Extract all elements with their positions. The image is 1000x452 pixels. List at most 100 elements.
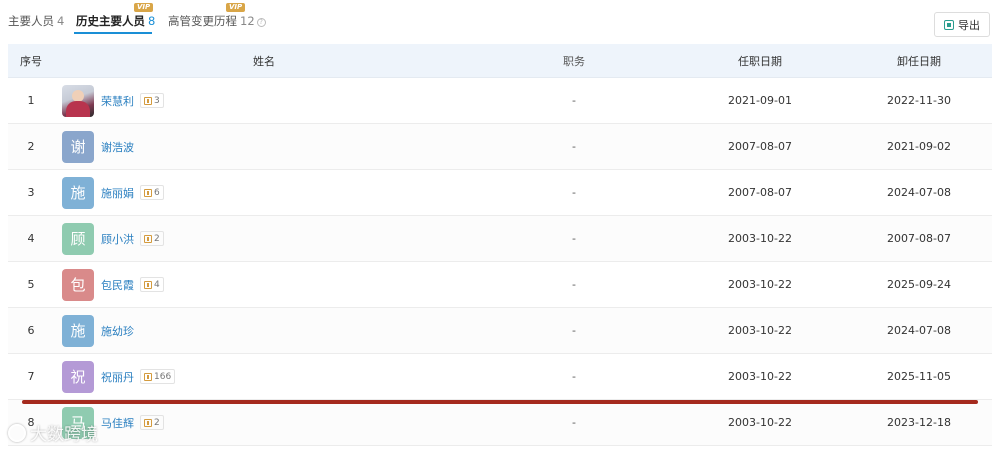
row-end-date: 2025-09-24 (887, 278, 951, 291)
row-name-cell: 施施幼珍 (54, 314, 474, 347)
row-index: 2 (27, 140, 35, 153)
row-index: 7 (27, 370, 35, 383)
person-info: 施施幼珍 (54, 314, 474, 347)
related-companies-badge[interactable]: 6 (140, 185, 164, 200)
person-name-link[interactable]: 施丽娟 (101, 185, 134, 201)
col-position-header: 职务 (563, 54, 585, 68)
person-info: 施施丽娟 6 (54, 176, 474, 209)
row-end-date: 2023-12-18 (887, 416, 951, 429)
tab-label: 高管变更历程 (168, 14, 237, 28)
person-info: 顾顾小洪 2 (54, 222, 474, 255)
table-row: 5 包包民霞 4 - 2003-10-22 2025-09-24 (8, 262, 992, 308)
person-name-link[interactable]: 施幼珍 (101, 323, 134, 339)
person-info: 包包民霞 4 (54, 268, 474, 301)
related-companies-badge[interactable]: 4 (140, 277, 164, 292)
row-start-date: 2007-08-07 (728, 186, 792, 199)
related-companies-badge[interactable]: 3 (140, 93, 164, 108)
table-row: 8 马马佳辉 2-2003-10-22 2023-12-18 (8, 400, 992, 446)
related-companies-badge[interactable]: 2 (140, 231, 164, 246)
table-body: 1 荣慧利 3 - 2021-09-01 2022-11-30 2 谢谢浩波 - 2007-08-… (8, 78, 992, 446)
col-end-date-header: 卸任日期 (897, 54, 941, 68)
row-name-cell: 施施丽娟 6 (54, 176, 474, 209)
tab-executive-changes[interactable]: 高管变更历程 12? VIP (168, 3, 266, 29)
tab-count: 4 (57, 14, 65, 28)
tab-main-personnel[interactable]: 主要人员 4 (8, 13, 64, 29)
tab-count: 8 (148, 14, 156, 28)
row-name-cell: 马马佳辉 2 (54, 406, 474, 439)
related-companies-badge[interactable]: 2 (140, 415, 164, 430)
badge-count: 6 (154, 187, 160, 198)
related-companies-badge[interactable]: 166 (140, 369, 176, 384)
col-index-header: 序号 (20, 54, 42, 68)
person-name-link[interactable]: 包民霞 (101, 277, 134, 293)
person-name-link[interactable]: 祝丽丹 (101, 369, 134, 385)
row-name-cell: 包包民霞 4 (54, 268, 474, 301)
vip-badge: VIP (134, 3, 154, 12)
row-end-date: 2025-11-05 (887, 370, 951, 383)
row-start-date: 2003-10-22 (728, 278, 792, 291)
avatar[interactable]: 顾 (62, 222, 94, 255)
watermark-logo-icon (8, 423, 26, 442)
help-icon[interactable]: ? (256, 18, 266, 27)
table-row: 3 施施丽娟 6 - 2007-08-07 2024-07-08 (8, 170, 992, 216)
vip-badge: VIP (226, 3, 246, 12)
active-tab-indicator (74, 32, 152, 34)
row-position: - (572, 94, 576, 107)
badge-count: 166 (154, 371, 172, 382)
table-row: 2 谢谢浩波 - 2007-08-07 2021-09-02 (8, 124, 992, 170)
row-name-cell: 荣慧利 3 (54, 84, 474, 117)
company-icon (144, 96, 152, 105)
row-index: 3 (27, 186, 35, 199)
tab-label: 历史主要人员 (76, 14, 145, 28)
company-icon (144, 188, 152, 197)
row-end-date: 2024-07-08 (887, 324, 951, 337)
tab-historical-personnel[interactable]: 历史主要人员 8 VIP (76, 3, 156, 29)
company-icon (144, 372, 152, 381)
badge-count: 2 (154, 233, 160, 244)
col-name-header: 姓名 (253, 54, 275, 68)
person-info: 马马佳辉 2 (54, 406, 474, 439)
row-start-date: 2003-10-22 (728, 232, 792, 245)
table-row: 7 祝祝丽丹 166 - 2003-10-22 2025-11-05 (8, 354, 992, 400)
row-start-date: 2007-08-07 (728, 140, 792, 153)
person-info: 谢谢浩波 (54, 130, 474, 163)
highlight-underline (22, 400, 978, 404)
export-button[interactable]: 导出 (934, 12, 990, 37)
tab-bar: 主要人员 4 历史主要人员 8 VIP 高管变更历程 12? VIP 导出 (0, 0, 1000, 42)
watermark-text: 大数跨境 (30, 425, 98, 445)
avatar[interactable]: 包 (62, 268, 94, 301)
person-info: 祝祝丽丹 166 (54, 360, 474, 393)
person-name-link[interactable]: 荣慧利 (101, 93, 134, 109)
personnel-table: 序号 姓名 职务 任职日期 卸任日期 1 荣慧利 3 - 2021-09-01 2022-… (8, 44, 992, 446)
row-position: - (572, 232, 576, 245)
row-position: - (572, 416, 576, 429)
row-position: - (572, 324, 576, 337)
company-icon (144, 280, 152, 289)
row-end-date: 2021-09-02 (887, 140, 951, 153)
row-end-date: 2007-08-07 (887, 232, 951, 245)
avatar[interactable]: 谢 (62, 130, 94, 163)
badge-count: 4 (154, 279, 160, 290)
avatar[interactable]: 施 (62, 314, 94, 347)
row-index: 5 (27, 278, 35, 291)
col-start-date-header: 任职日期 (738, 54, 782, 68)
row-name-cell: 祝祝丽丹 166 (54, 360, 474, 393)
row-index: 1 (27, 94, 35, 107)
company-icon (144, 418, 152, 427)
row-name-cell: 谢谢浩波 (54, 130, 474, 163)
export-icon (944, 19, 954, 30)
avatar[interactable]: 祝 (62, 360, 94, 393)
avatar[interactable] (62, 84, 94, 117)
row-name-cell: 顾顾小洪 2 (54, 222, 474, 255)
watermark: 大数跨境 (8, 420, 98, 445)
row-index: 4 (27, 232, 35, 245)
row-position: - (572, 186, 576, 199)
row-end-date: 2022-11-30 (887, 94, 951, 107)
avatar[interactable]: 施 (62, 176, 94, 209)
person-name-link[interactable]: 谢浩波 (101, 139, 134, 155)
row-start-date: 2021-09-01 (728, 94, 792, 107)
person-name-link[interactable]: 马佳辉 (101, 415, 134, 431)
person-name-link[interactable]: 顾小洪 (101, 231, 134, 247)
row-position: - (572, 278, 576, 291)
row-start-date: 2003-10-22 (728, 324, 792, 337)
